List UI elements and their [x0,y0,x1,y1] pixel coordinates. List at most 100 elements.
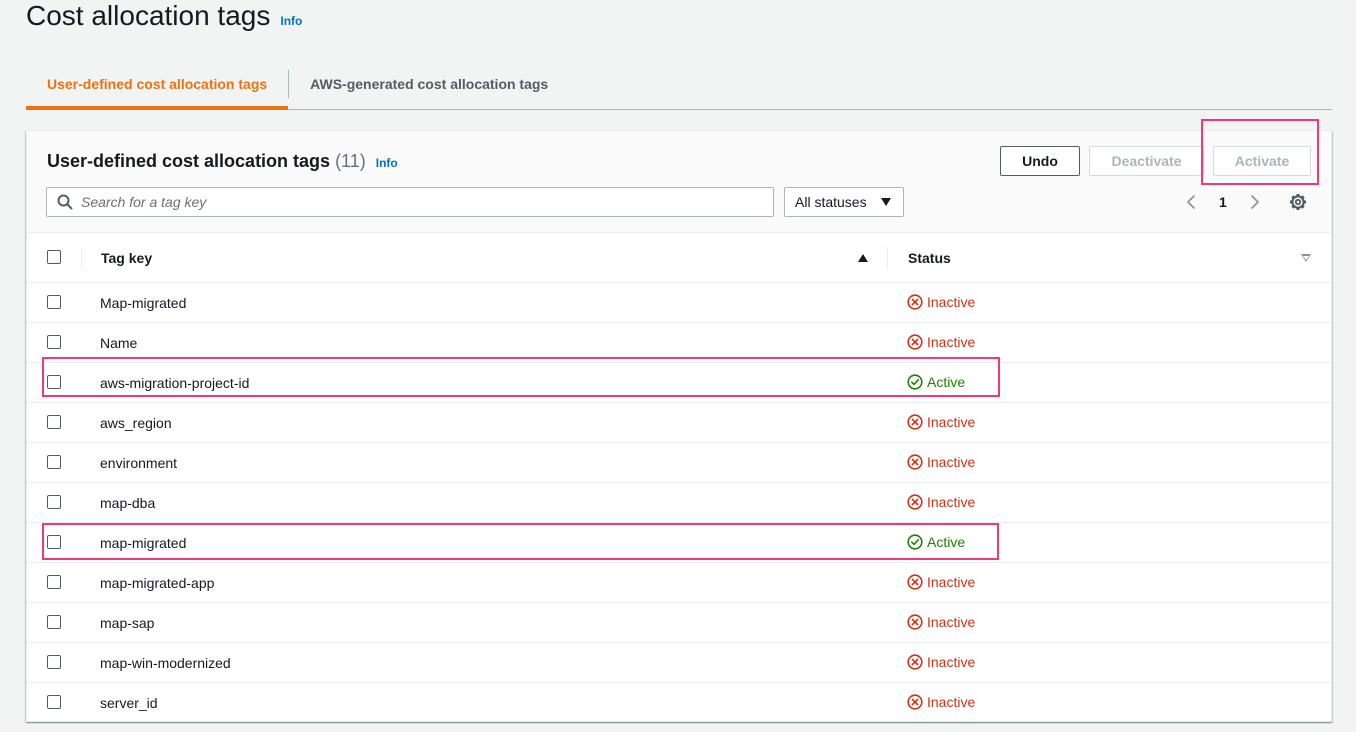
status-text: Inactive [927,614,976,630]
status-cell: Inactive [907,494,975,510]
status-negative-icon [907,294,923,310]
status-text: Inactive [927,454,976,470]
previous-page-button[interactable] [1185,187,1197,217]
table-row[interactable]: Name Inactive [27,323,1331,363]
status-negative-icon [907,494,923,510]
panel-title-text: User-defined cost allocation tags [47,151,331,171]
table-row[interactable]: environment Inactive [27,443,1331,483]
search-field[interactable] [46,187,774,217]
table-row[interactable]: map-sap Inactive [27,603,1331,643]
table-header: Tag key Status [27,233,1331,283]
row-checkbox[interactable] [47,575,61,589]
row-checkbox[interactable] [47,415,61,429]
table-row[interactable]: map-dba Inactive [27,483,1331,523]
page-info-link[interactable]: Info [280,14,302,28]
page-title: Cost allocation tags [26,0,271,31]
status-text: Inactive [927,494,976,510]
column-separator [81,247,82,269]
status-negative-icon [907,654,923,670]
row-checkbox[interactable] [47,655,61,669]
chevron-left-icon [1187,195,1195,209]
status-negative-icon [907,694,923,710]
status-text: Inactive [927,334,976,350]
row-checkbox[interactable] [47,455,61,469]
status-cell: Inactive [907,694,975,710]
next-page-button[interactable] [1249,187,1261,217]
status-text: Active [927,534,966,550]
status-cell: Active [907,534,965,550]
status-filter-select[interactable]: All statuses [784,187,904,217]
status-cell: Inactive [907,574,975,590]
panel-header: User-defined cost allocation tags (11) I… [27,131,1331,233]
tag-key-cell: environment [100,455,178,471]
row-checkbox[interactable] [47,295,61,309]
table-body: Map-migrated Inactive Name Inactive aws-migr… [27,283,1331,723]
row-checkbox[interactable] [47,615,61,629]
column-header-tag-key[interactable]: Tag key [101,250,152,266]
tag-count: (11) [335,151,366,171]
tag-key-cell: map-dba [100,495,156,511]
tag-key-cell: aws-migration-project-id [100,375,250,391]
sort-descending-icon[interactable] [1301,254,1311,262]
status-text: Inactive [927,694,976,710]
status-text: Inactive [927,574,976,590]
table-row[interactable]: aws_region Inactive [27,403,1331,443]
row-checkbox[interactable] [47,535,61,549]
status-filter-value: All statuses [795,194,867,210]
status-negative-icon [907,414,923,430]
status-text: Inactive [927,414,976,430]
row-checkbox[interactable] [47,495,61,509]
search-input[interactable] [81,194,721,210]
table-row[interactable]: map-migrated Active [27,523,1331,563]
page-header: Cost allocation tags Info [26,0,302,40]
tag-key-cell: Name [100,335,138,351]
status-cell: Inactive [907,654,975,670]
tab-aws-generated[interactable]: AWS-generated cost allocation tags [289,58,569,109]
table-row[interactable]: server_id Inactive [27,683,1331,723]
column-separator [887,247,888,269]
chevron-right-icon [1251,195,1259,209]
panel-info-link[interactable]: Info [376,156,398,170]
sort-ascending-icon[interactable] [858,254,868,262]
status-negative-icon [907,614,923,630]
status-text: Inactive [927,654,976,670]
table-row[interactable]: map-migrated-app Inactive [27,563,1331,603]
preferences-button[interactable] [1289,187,1307,217]
table-row[interactable]: Map-migrated Inactive [27,283,1331,323]
gear-icon [1290,194,1306,210]
tag-key-cell: map-migrated [100,535,187,551]
deactivate-button[interactable]: Deactivate [1089,146,1204,176]
tab-user-defined[interactable]: User-defined cost allocation tags [26,58,289,110]
tag-key-cell: map-win-modernized [100,655,231,671]
status-cell: Inactive [907,294,975,310]
current-page-number[interactable]: 1 [1219,187,1227,217]
status-positive-icon [907,534,923,550]
caret-down-icon [881,198,891,206]
row-checkbox[interactable] [47,375,61,389]
tags-panel: User-defined cost allocation tags (11) I… [26,130,1332,722]
activate-button[interactable]: Activate [1213,146,1311,176]
table-row[interactable]: map-win-modernized Inactive [27,643,1331,683]
tag-key-cell: Map-migrated [100,295,187,311]
status-cell: Inactive [907,414,975,430]
status-cell: Inactive [907,454,975,470]
status-cell: Inactive [907,614,975,630]
status-cell: Inactive [907,334,975,350]
tag-key-cell: map-sap [100,615,155,631]
row-checkbox[interactable] [47,695,61,709]
panel-title: User-defined cost allocation tags (11) I… [47,151,398,172]
status-text: Inactive [927,294,976,310]
row-checkbox[interactable] [47,335,61,349]
column-header-status[interactable]: Status [908,250,951,266]
status-cell: Active [907,374,965,390]
select-all-checkbox[interactable] [47,250,61,264]
tag-key-cell: aws_region [100,415,172,431]
tab-bar: User-defined cost allocation tags AWS-ge… [26,58,1332,110]
tags-table: Tag key Status Map-migrated Inactive Name I… [27,233,1331,723]
status-negative-icon [907,454,923,470]
table-row[interactable]: aws-migration-project-id Active [27,363,1331,403]
status-negative-icon [907,334,923,350]
tag-key-cell: server_id [100,695,158,711]
status-negative-icon [907,574,923,590]
undo-button[interactable]: Undo [1000,146,1080,176]
